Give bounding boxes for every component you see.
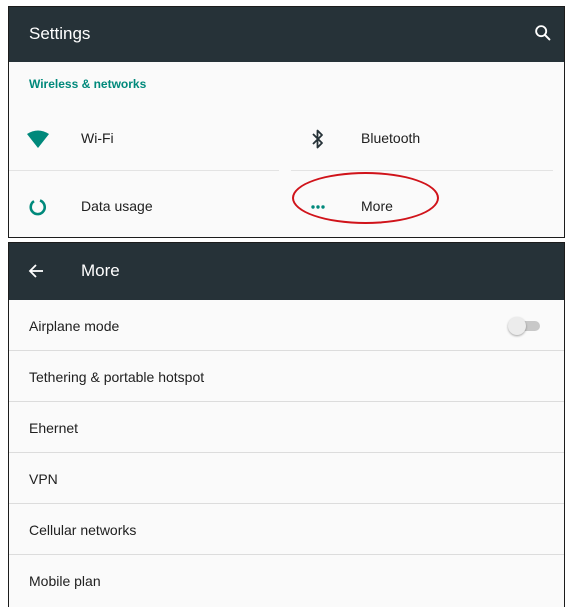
more-label: More bbox=[361, 198, 393, 214]
wifi-label: Wi-Fi bbox=[81, 130, 114, 146]
list-item-ethernet[interactable]: Ehernet bbox=[9, 402, 564, 453]
page-title: Settings bbox=[29, 24, 91, 43]
list-item-tethering[interactable]: Tethering & portable hotspot bbox=[9, 351, 564, 402]
airplane-mode-toggle[interactable] bbox=[508, 317, 542, 335]
more-title: More bbox=[81, 261, 120, 280]
list-item-label: Airplane mode bbox=[29, 318, 120, 334]
more-list: Airplane mode Tethering & portable hotsp… bbox=[9, 300, 564, 606]
list-item-label: Mobile plan bbox=[29, 573, 101, 589]
list-item-airplane-mode[interactable]: Airplane mode bbox=[9, 300, 564, 351]
settings-toolbar: Settings bbox=[9, 7, 564, 62]
more-tile[interactable]: More bbox=[289, 181, 559, 233]
list-item-vpn[interactable]: VPN bbox=[9, 453, 564, 504]
bluetooth-icon bbox=[312, 129, 323, 149]
data-usage-icon bbox=[29, 199, 47, 216]
search-icon[interactable] bbox=[532, 22, 554, 44]
more-toolbar: More bbox=[9, 243, 564, 300]
list-item-label: VPN bbox=[29, 471, 58, 487]
list-item-mobile-plan[interactable]: Mobile plan bbox=[9, 555, 564, 606]
more-dots-icon bbox=[311, 205, 325, 209]
list-item-label: Cellular networks bbox=[29, 522, 137, 538]
settings-screen: Settings Wireless & networks Wi-Fi Bluet… bbox=[8, 6, 565, 238]
data-usage-label: Data usage bbox=[81, 198, 153, 214]
bluetooth-label: Bluetooth bbox=[361, 130, 421, 146]
tile-divider bbox=[9, 170, 279, 171]
list-item-label: Tethering & portable hotspot bbox=[29, 369, 205, 385]
toggle-thumb bbox=[508, 317, 526, 335]
more-screen: More Airplane mode Tethering & portable … bbox=[8, 242, 565, 607]
tile-divider bbox=[291, 170, 553, 171]
list-item-cellular-networks[interactable]: Cellular networks bbox=[9, 504, 564, 555]
bluetooth-tile[interactable]: Bluetooth bbox=[289, 113, 559, 165]
section-label-wireless: Wireless & networks bbox=[29, 77, 147, 91]
list-item-label: Ehernet bbox=[29, 420, 79, 436]
data-usage-tile[interactable]: Data usage bbox=[9, 181, 279, 233]
back-arrow-icon[interactable] bbox=[27, 261, 47, 281]
wifi-tile[interactable]: Wi-Fi bbox=[9, 113, 279, 165]
wifi-icon bbox=[27, 130, 49, 148]
